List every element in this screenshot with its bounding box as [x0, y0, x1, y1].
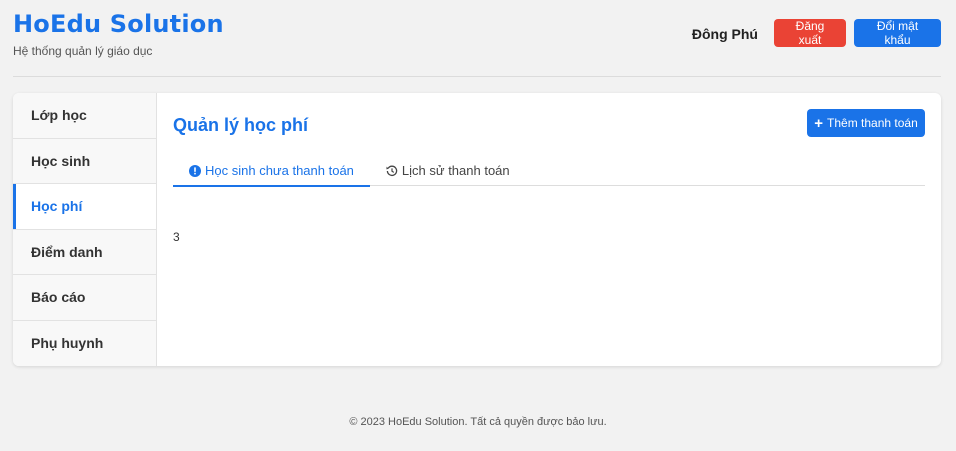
- add-payment-label: Thêm thanh toán: [827, 116, 918, 130]
- sidebar-item-students[interactable]: Học sinh: [13, 139, 156, 184]
- sidebar-item-label: Điểm danh: [31, 243, 103, 260]
- sidebar-item-label: Lớp học: [31, 107, 87, 124]
- brand-title: HoEdu Solution: [13, 10, 224, 38]
- change-password-button[interactable]: Đổi mật khẩu: [854, 19, 941, 47]
- content-panel: Quản lý học phí + Thêm thanh toán Học si…: [173, 109, 925, 359]
- sidebar-item-classes[interactable]: Lớp học: [13, 93, 156, 139]
- tab-unpaid-students[interactable]: Học sinh chưa thanh toán: [173, 155, 370, 187]
- page-title: Quản lý học phí: [173, 115, 309, 135]
- sidebar-item-attendance[interactable]: Điểm danh: [13, 230, 156, 275]
- sidebar-item-parents[interactable]: Phụ huynh: [13, 321, 156, 367]
- sidebar: Lớp học Học sinh Học phí Điểm danh Báo c…: [13, 93, 157, 366]
- logout-button[interactable]: Đăng xuất: [774, 19, 846, 47]
- sidebar-item-tuition[interactable]: Học phí: [13, 184, 156, 230]
- app-header: HoEdu Solution Hệ thống quản lý giáo dục…: [13, 0, 941, 77]
- tab-label: Lịch sử thanh toán: [401, 163, 510, 178]
- history-icon: [386, 165, 398, 177]
- tab-content-value: 3: [173, 230, 180, 244]
- brand-subtitle: Hệ thống quản lý giáo dục: [13, 44, 153, 58]
- sidebar-item-label: Học phí: [31, 198, 83, 215]
- tab-payment-history[interactable]: Lịch sử thanh toán: [370, 155, 526, 186]
- footer-copyright: © 2023 HoEdu Solution. Tất cả quyền được…: [349, 416, 607, 428]
- sidebar-item-label: Báo cáo: [31, 289, 86, 306]
- user-name: Đông Phú: [691, 26, 758, 42]
- add-payment-button[interactable]: + Thêm thanh toán: [807, 109, 925, 137]
- sidebar-item-reports[interactable]: Báo cáo: [13, 275, 156, 321]
- plus-icon: +: [814, 114, 824, 132]
- main-card: Lớp học Học sinh Học phí Điểm danh Báo c…: [13, 93, 941, 366]
- tab-label: Học sinh chưa thanh toán: [205, 163, 354, 178]
- sidebar-item-label: Phụ huynh: [31, 335, 104, 352]
- info-circle-icon: [189, 164, 201, 177]
- sidebar-item-label: Học sinh: [31, 152, 91, 169]
- tab-bar: Học sinh chưa thanh toán Lịch sử thanh t…: [173, 155, 925, 187]
